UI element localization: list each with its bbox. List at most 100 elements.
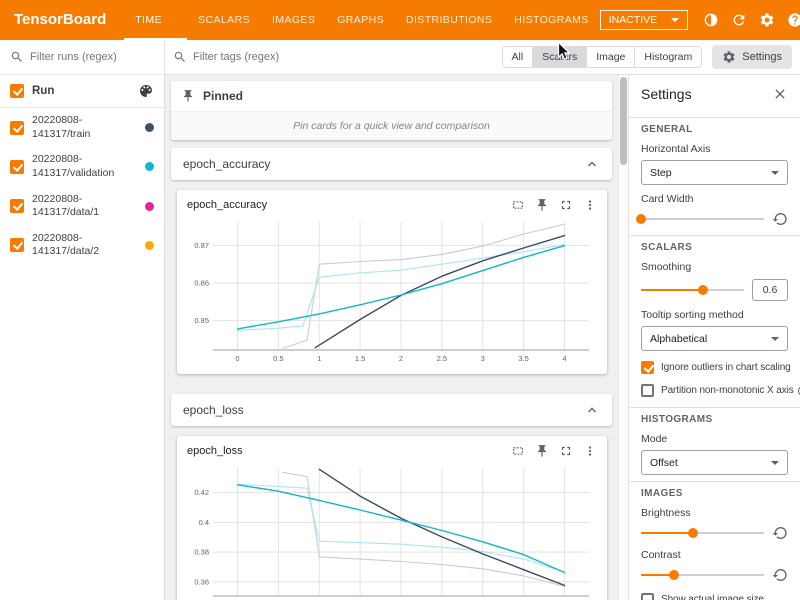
close-icon[interactable] <box>772 86 788 102</box>
top-header: TensorBoard TIME SERIESSCALARSIMAGESGRAP… <box>0 0 800 40</box>
section-title: epoch_loss <box>183 403 244 417</box>
line-chart[interactable]: 00.511.522.533.540.360.380.40.42 <box>185 462 599 600</box>
slider-thumb[interactable] <box>698 285 708 295</box>
svg-text:3.5: 3.5 <box>518 354 528 363</box>
horizontal-axis-select[interactable]: Step <box>641 160 788 185</box>
help-button[interactable] <box>782 7 800 33</box>
run-list-item[interactable]: 20220808-141317/data/2 <box>0 226 164 265</box>
gear-icon <box>759 12 775 28</box>
run-checkbox[interactable] <box>10 238 24 252</box>
horizontal-axis-value: Step <box>650 167 672 179</box>
refresh-button[interactable] <box>726 7 752 33</box>
ignore-outliers-row: Ignore outliers in chart scaling <box>641 361 788 374</box>
brightness-label: Brightness <box>641 507 788 519</box>
fullscreen-icon[interactable] <box>559 444 573 458</box>
scrollbar-thumb[interactable] <box>620 77 627 165</box>
chevron-up-icon[interactable] <box>584 402 600 418</box>
run-checkbox[interactable] <box>10 199 24 213</box>
chart-toolbar <box>511 444 597 458</box>
settings-button[interactable]: Settings <box>712 45 792 69</box>
histogram-mode-select[interactable]: Offset <box>641 450 788 475</box>
select-all-runs-checkbox[interactable] <box>10 84 24 98</box>
svg-text:0.85: 0.85 <box>194 316 209 325</box>
tooltip-sort-value: Alphabetical <box>650 333 707 345</box>
run-list-item[interactable]: 20220808-141317/train <box>0 108 164 147</box>
nav-tab-distributions[interactable]: DISTRIBUTIONS <box>395 0 503 40</box>
run-list-item[interactable]: 20220808-141317/validation <box>0 147 164 186</box>
svg-text:3: 3 <box>481 354 485 363</box>
settings-panel-header: Settings <box>641 75 788 111</box>
nav-tab-graphs[interactable]: GRAPHS <box>326 0 395 40</box>
pinned-title: Pinned <box>203 89 243 103</box>
nav-tab-scalars[interactable]: SCALARS <box>187 0 261 40</box>
chevron-down-icon <box>771 337 779 341</box>
chart-card-header: epoch_accuracy <box>185 196 599 216</box>
filter-chip-histogram[interactable]: Histogram <box>634 47 701 67</box>
histograms-section-heading: HISTOGRAMS <box>641 414 788 425</box>
ignore-outliers-checkbox[interactable] <box>641 361 654 374</box>
chart-toolbar <box>511 198 597 212</box>
filter-chip-image[interactable]: Image <box>586 47 634 67</box>
pin-card-icon[interactable] <box>535 198 549 212</box>
theme-toggle-button[interactable] <box>698 7 724 33</box>
header-actions: INACTIVE <box>600 0 800 40</box>
filter-chip-scalars[interactable]: Scalars <box>532 47 586 67</box>
palette-icon[interactable] <box>138 83 154 99</box>
show-actual-size-checkbox[interactable] <box>641 593 654 600</box>
slider-thumb[interactable] <box>688 528 698 538</box>
filter-tags-input[interactable] <box>193 51 494 63</box>
vertical-scrollbar[interactable] <box>618 75 628 600</box>
nav-tab-time-series[interactable]: TIME SERIES <box>124 0 187 40</box>
more-options-icon[interactable] <box>583 444 597 458</box>
filter-chip-all[interactable]: All <box>503 47 533 67</box>
smoothing-slider[interactable] <box>641 284 744 296</box>
nav-tab-histograms[interactable]: HISTOGRAMS <box>503 0 599 40</box>
fit-to-data-icon[interactable] <box>511 198 525 212</box>
section-header[interactable]: epoch_loss <box>171 394 612 426</box>
fit-to-data-icon[interactable] <box>511 444 525 458</box>
reset-icon[interactable] <box>772 525 788 541</box>
smoothing-label: Smoothing <box>641 261 788 273</box>
info-icon[interactable] <box>797 385 800 397</box>
slider-thumb[interactable] <box>636 214 646 224</box>
status-dropdown[interactable]: INACTIVE <box>600 10 688 30</box>
run-label: 20220808-141317/data/1 <box>32 193 137 220</box>
chevron-up-icon[interactable] <box>584 156 600 172</box>
run-list-item[interactable]: 20220808-141317/data/1 <box>0 187 164 226</box>
partition-x-axis-checkbox[interactable] <box>641 384 654 397</box>
show-actual-size-row: Show actual image size <box>641 593 788 600</box>
section-header[interactable]: epoch_accuracy <box>171 148 612 180</box>
tooltip-sort-select[interactable]: Alphabetical <box>641 326 788 351</box>
filter-runs-input[interactable] <box>30 51 154 63</box>
more-options-icon[interactable] <box>583 198 597 212</box>
nav-tab-images[interactable]: IMAGES <box>261 0 326 40</box>
reset-icon[interactable] <box>772 211 788 227</box>
partition-x-axis-label: Partition non-monotonic X axis <box>661 385 794 396</box>
reset-icon[interactable] <box>772 567 788 583</box>
divider <box>629 481 800 482</box>
tensorboard-app: TensorBoard TIME SERIESSCALARSIMAGESGRAP… <box>0 0 800 600</box>
line-chart[interactable]: 00.511.522.533.540.850.860.87 <box>185 216 599 366</box>
run-label: 20220808-141317/data/2 <box>32 232 137 259</box>
help-icon <box>787 12 800 28</box>
brightness-slider[interactable] <box>641 527 764 539</box>
pin-card-icon[interactable] <box>535 444 549 458</box>
status-value: INACTIVE <box>609 14 657 26</box>
run-checkbox[interactable] <box>10 160 24 174</box>
pinned-card: Pinned Pin cards for a quick view and co… <box>171 81 612 140</box>
filter-tags-field <box>173 50 494 64</box>
global-settings-button[interactable] <box>754 7 780 33</box>
cards-area: Pinned Pin cards for a quick view and co… <box>165 75 618 600</box>
card-width-slider[interactable] <box>641 213 764 225</box>
chart-card-header: epoch_loss <box>185 442 599 462</box>
settings-button-label: Settings <box>742 51 782 63</box>
chart-card: epoch_accuracy 00.511.522.533.540.850.86… <box>177 190 607 374</box>
run-checkbox[interactable] <box>10 121 24 135</box>
smoothing-value-input[interactable]: 0.6 <box>752 279 788 301</box>
contrast-slider[interactable] <box>641 569 764 581</box>
svg-text:0.36: 0.36 <box>194 577 209 586</box>
app-logo[interactable]: TensorBoard <box>0 0 124 40</box>
divider <box>629 407 800 408</box>
slider-thumb[interactable] <box>669 570 679 580</box>
fullscreen-icon[interactable] <box>559 198 573 212</box>
